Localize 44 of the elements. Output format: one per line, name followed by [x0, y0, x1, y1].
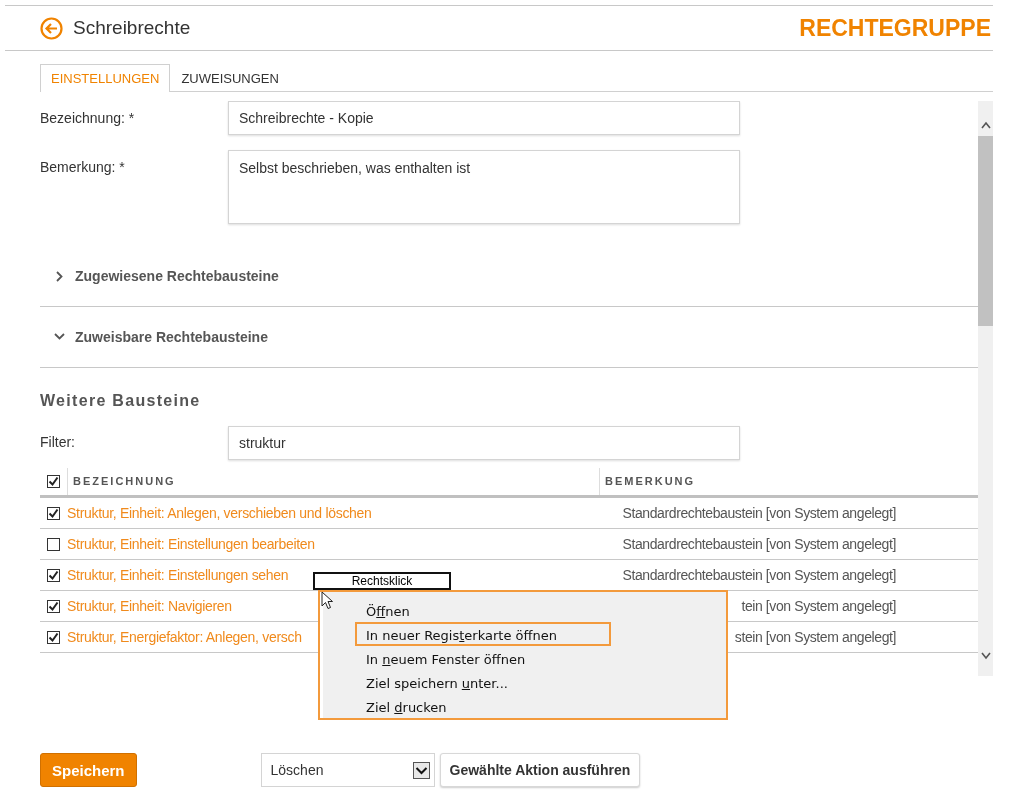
field-label: Bezeichnung: * [40, 109, 136, 126]
checkbox[interactable] [47, 630, 60, 644]
checkmark-icon [48, 631, 59, 643]
section-toggle[interactable]: Zuweisbare Rechtebausteine [75, 329, 268, 345]
menu-item[interactable]: Öffnen [355, 598, 595, 622]
mouse-cursor-icon [321, 591, 334, 610]
input-field[interactable]: Schreibrechte - Kopie [228, 101, 740, 135]
action-select[interactable]: Löschen [260, 753, 435, 787]
checkmark-icon [48, 569, 59, 581]
action-button[interactable]: Gewählte Aktion ausführen [439, 753, 641, 787]
checkbox[interactable] [47, 568, 60, 582]
checkbox[interactable] [47, 475, 60, 488]
page-title: Schreibrechte [73, 17, 192, 39]
field-label: Filter: [40, 433, 76, 450]
table-cell: tein [von System angelegt] [741, 598, 896, 614]
filter-field[interactable]: struktur [228, 426, 740, 460]
column-header[interactable]: BEZEICHNUNG [67, 468, 599, 495]
scroll-up-icon [980, 121, 991, 129]
menu-item[interactable]: In neuer Registerkarte öffnen [355, 622, 611, 646]
dropdown-icon [412, 761, 430, 779]
section-toggle[interactable]: Zugewiesene Rechtebausteine [75, 268, 279, 284]
scroll-thumb[interactable] [978, 136, 993, 326]
section-heading: Weitere Bausteine [40, 392, 202, 410]
page-type-label: RECHTEGRUPPE [799, 14, 991, 42]
menu-item[interactable]: Ziel speichern unter... [355, 670, 595, 694]
checkbox[interactable] [47, 506, 60, 520]
table-cell: Standardrechtebaustein [von System angelegt] [622, 505, 896, 521]
checkbox[interactable] [47, 599, 60, 613]
back-icon[interactable] [40, 16, 63, 40]
checkmark-icon [48, 507, 59, 519]
scroll-down-icon [980, 652, 991, 660]
checkmark-icon [48, 476, 59, 487]
text-area[interactable]: Selbst beschrieben, was enthalten ist [228, 150, 740, 224]
field-label: Bemerkung: * [40, 158, 126, 175]
table-cell: stein [von System angelegt] [734, 629, 896, 645]
checkbox[interactable] [47, 537, 60, 551]
callout-label: Rechtsklick [313, 572, 451, 590]
table-cell: Standardrechtebaustein [von System angelegt] [622, 536, 896, 552]
checkmark-icon [48, 600, 59, 612]
tab[interactable]: ZUWEISUNGEN [170, 64, 290, 91]
scrollbar[interactable] [978, 101, 993, 676]
table-cell: Standardrechtebaustein [von System angelegt] [622, 567, 896, 583]
menu-item[interactable]: Ziel drucken [355, 694, 595, 718]
menu-item[interactable]: In neuem Fenster öffnen [355, 646, 595, 670]
